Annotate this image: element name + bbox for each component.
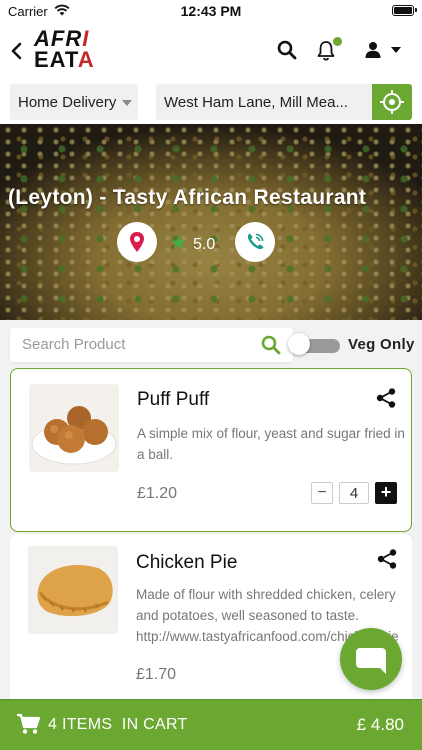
quantity-stepper: − 4 + <box>311 482 397 504</box>
status-bar: Carrier 12:43 PM <box>0 0 422 22</box>
restaurant-name: (Leyton) - Tasty African Restaurant <box>8 186 367 209</box>
chat-bubble-icon <box>356 648 386 674</box>
product-card[interactable]: Puff Puff A simple mix of flour, yeast a… <box>10 368 412 532</box>
product-name: Puff Puff <box>137 389 210 410</box>
share-icon[interactable] <box>376 548 398 570</box>
product-search-box <box>10 328 293 362</box>
product-image <box>29 384 119 472</box>
address-field[interactable]: West Ham Lane, Mill Mea... <box>156 84 372 120</box>
cart-items-count: 4 ITEMS IN CART <box>48 716 188 733</box>
order-options-bar: Home Delivery West Ham Lane, Mill Mea... <box>0 80 422 124</box>
veg-only-label: Veg Only <box>348 336 415 353</box>
call-button[interactable] <box>235 222 275 262</box>
product-description: A simple mix of flour, yeast and sugar f… <box>137 426 405 462</box>
user-icon[interactable] <box>364 41 382 59</box>
cart-summary-bar[interactable]: 4 ITEMS IN CART £ 4.80 <box>0 699 422 750</box>
map-location-button[interactable] <box>117 222 157 262</box>
product-price: £1.20 <box>137 485 178 502</box>
rating-value: 5.0 <box>193 236 216 253</box>
delivery-type-select[interactable]: Home Delivery <box>10 84 138 120</box>
decrease-quantity-button[interactable]: − <box>311 482 333 504</box>
delivery-type-value: Home Delivery <box>18 94 117 111</box>
restaurant-banner: (Leyton) - Tasty African Restaurant ★ 5.0 <box>0 124 422 320</box>
cart-total: £ 4.80 <box>356 715 404 734</box>
product-image <box>28 546 118 634</box>
battery-icon <box>392 5 417 16</box>
notification-dot <box>333 37 342 46</box>
quantity-value[interactable]: 4 <box>339 482 369 504</box>
dropdown-caret-icon <box>122 100 132 106</box>
back-arrow-icon[interactable] <box>8 40 26 62</box>
search-icon[interactable] <box>277 40 297 60</box>
veg-only-toggle[interactable] <box>288 333 340 355</box>
app-logo[interactable]: AFRI EATA <box>34 28 98 74</box>
app-screen: Carrier 12:43 PM AFRI EATA Home Delivery… <box>0 0 422 750</box>
shopping-cart-icon <box>17 713 40 734</box>
search-icon[interactable] <box>261 335 281 355</box>
star-icon: ★ <box>170 233 188 254</box>
clock: 12:43 PM <box>180 3 242 19</box>
product-search-input[interactable] <box>22 336 242 353</box>
locate-button[interactable] <box>372 84 412 120</box>
logo-line-1: AFRI <box>34 26 90 51</box>
app-header: AFRI EATA <box>0 22 422 80</box>
crosshair-icon <box>380 90 404 114</box>
product-name: Chicken Pie <box>136 552 238 573</box>
map-pin-icon <box>130 232 144 252</box>
restaurant-rating: ★ 5.0 <box>170 232 215 255</box>
chat-button[interactable] <box>340 628 402 690</box>
caret-down-icon[interactable] <box>391 47 401 53</box>
phone-icon <box>247 233 264 250</box>
logo-line-2: EATA <box>34 47 95 72</box>
product-filter-bar: Veg Only <box>0 320 422 370</box>
increase-quantity-button[interactable]: + <box>375 482 397 504</box>
share-icon[interactable] <box>375 387 397 409</box>
product-price: £1.70 <box>136 666 177 683</box>
